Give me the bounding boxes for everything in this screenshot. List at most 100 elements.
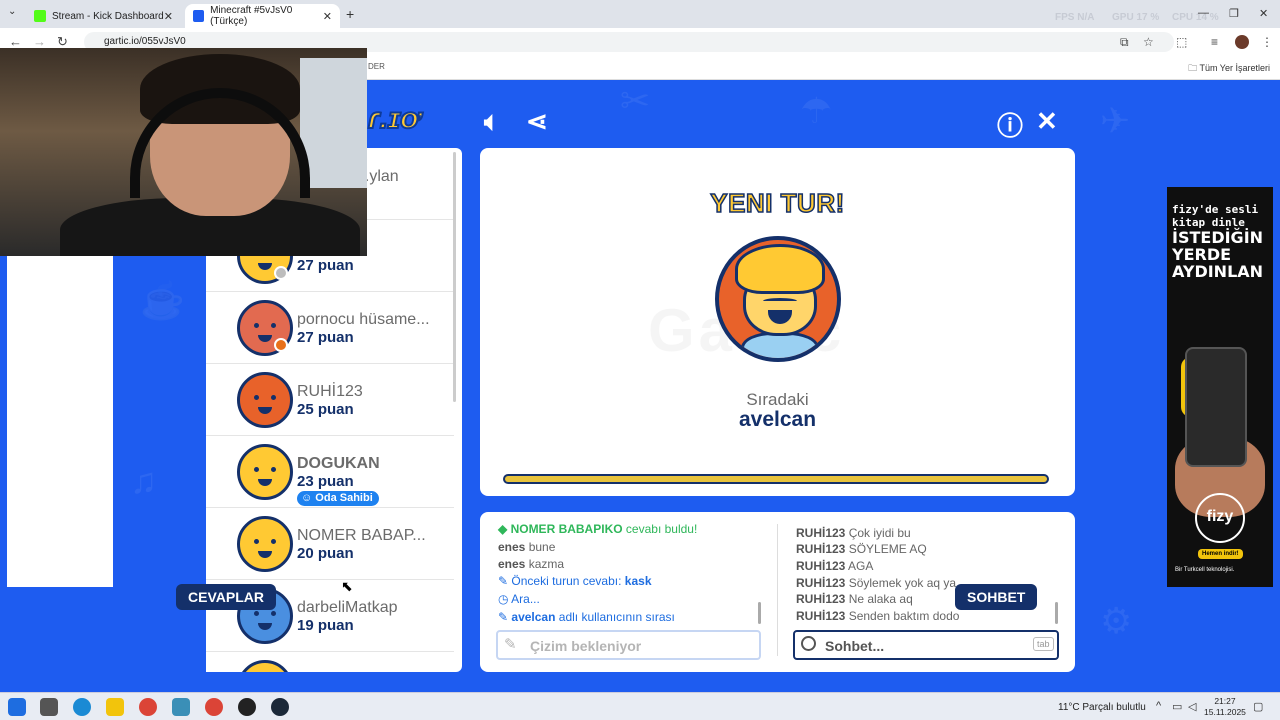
tab-answers[interactable]: CEVAPLAR — [176, 584, 276, 610]
next-label: Sıradaki — [746, 390, 809, 409]
chat-line: RUHİ123 Çok iyidi bu — [796, 526, 911, 540]
player-row[interactable]: NOMER BABAP... 20 puan — [206, 508, 454, 580]
owner-badge: ☺ Oda Sahibi — [297, 491, 379, 506]
chat-line: RUHİ123 Söylemek yok aq ya — [796, 576, 957, 590]
all-bookmarks-button[interactable]: 🗀 Tüm Yer İşaretleri — [1188, 61, 1270, 77]
browser-tab-bar: ⌄ Stream - Kick Dashboard ✕ Minecraft #5… — [0, 0, 1280, 28]
tab-key-hint: tab — [1033, 637, 1054, 651]
restore-icon[interactable]: ❐ — [1229, 7, 1239, 20]
notification-icon[interactable]: ▢ — [1253, 700, 1263, 713]
obs-icon[interactable] — [238, 698, 256, 716]
sound-icon[interactable]: 🔈︎ — [484, 106, 500, 138]
player-name: NOMER BABAP... — [297, 527, 426, 544]
kick-favicon-icon — [34, 10, 46, 22]
player-avatar — [237, 516, 293, 572]
chat-scrollbar[interactable] — [1055, 602, 1058, 624]
new-round-title: YENI TUR! — [710, 187, 846, 219]
chat-line: RUHİ123 SÖYLEME AQ — [796, 542, 927, 556]
ad-cta-button[interactable]: Hemen indir! — [1198, 549, 1243, 559]
menu-icon[interactable]: ⋮ — [1261, 35, 1273, 49]
chrome-icon[interactable] — [139, 698, 157, 716]
browser-tab-gartic[interactable]: Minecraft #5vJsV0 (Türkçe) ✕ — [185, 4, 340, 28]
volume-icon[interactable]: ◁ — [1188, 700, 1196, 713]
minimize-icon[interactable]: — — [1198, 7, 1209, 19]
ad-footer: Bir Turkcell teknolojisi. — [1175, 567, 1235, 573]
file-explorer-icon[interactable] — [106, 698, 124, 716]
mouse-cursor-icon: ⬉ — [341, 578, 353, 594]
status-dot — [274, 338, 288, 352]
weather-widget[interactable]: 11°C Parçalı bulutlu — [1058, 702, 1146, 713]
info-icon[interactable]: ⓘ — [997, 106, 1023, 143]
gartic-favicon-icon — [193, 10, 205, 22]
ad-phone-image — [1185, 347, 1247, 467]
cast-icon[interactable]: ⧉ — [1120, 35, 1129, 50]
fizy-ad[interactable]: fizy'de sesli kitap dinle İSTEDİĞİN YERD… — [1167, 187, 1273, 587]
bookmark-star-icon[interactable]: ☆ — [1143, 35, 1154, 49]
clock[interactable]: 21:27 15.11.2025 — [1204, 696, 1246, 718]
close-tab-icon[interactable]: ✕ — [164, 10, 173, 23]
status-dot — [274, 266, 288, 280]
answer-line: ✎ Önceki turun cevabı: kask — [498, 574, 652, 588]
player-name: pornocu hüsame... — [297, 311, 430, 328]
new-tab-button[interactable]: + — [346, 6, 354, 22]
player-avatar — [237, 660, 293, 672]
side-panel — [7, 256, 113, 587]
forward-icon[interactable]: → — [33, 34, 46, 49]
player-avatar — [237, 444, 293, 500]
round-progress-bar — [503, 474, 1049, 484]
tab-search-icon[interactable]: ⌄ — [8, 6, 16, 17]
answer-line: ✎ avelcan adlı kullanıcının sırası — [498, 610, 675, 624]
webcam-window-bg — [300, 58, 367, 188]
steam-icon[interactable] — [271, 698, 289, 716]
player-avatar — [237, 372, 293, 428]
extensions-icon[interactable]: ⬚ — [1176, 35, 1187, 49]
bookmark-item[interactable]: DER — [368, 62, 385, 71]
player-list-scrollbar[interactable] — [453, 152, 456, 402]
chat-input[interactable]: Sohbet... — [793, 630, 1059, 660]
player-name: darbeliMatkap — [297, 599, 398, 616]
player-row[interactable]: pornocu hüsame... 27 puan — [206, 292, 454, 364]
gpu-stat: GPU 17 % — [1112, 12, 1160, 23]
cpu-stat: CPU 14 % — [1172, 12, 1219, 23]
player-row[interactable]: RUHİ123 25 puan — [206, 364, 454, 436]
start-icon[interactable] — [8, 698, 26, 716]
player-score: 25 puan — [297, 401, 354, 418]
edge-icon[interactable] — [73, 698, 91, 716]
divider — [777, 524, 778, 656]
browser-tab-kick[interactable]: Stream - Kick Dashboard ✕ — [26, 4, 181, 28]
answers-scrollbar[interactable] — [758, 602, 761, 624]
answer-input[interactable]: Çizim bekleniyor — [496, 630, 761, 660]
tab-title: Stream - Kick Dashboard — [52, 10, 164, 22]
close-tab-icon[interactable]: ✕ — [323, 10, 332, 23]
task-view-icon[interactable] — [40, 698, 58, 716]
round-card: Gartic YENI TUR! Sıradaki avelcan — [480, 148, 1075, 496]
profile-avatar[interactable] — [1235, 35, 1249, 49]
media-icon[interactable]: ≡ — [1211, 35, 1218, 49]
ad-text: fizy'de sesli kitap dinle İSTEDİĞİN YERD… — [1172, 203, 1264, 281]
fps-stat: FPS N/A — [1055, 12, 1095, 23]
network-icon[interactable]: ▭ — [1172, 700, 1182, 713]
tray-chevron-icon[interactable]: ^ — [1156, 700, 1161, 712]
chat-line: RUHİ123 AGA — [796, 559, 874, 573]
window-close-icon[interactable]: ✕ — [1259, 7, 1268, 20]
player-name: RUHİ123 — [297, 383, 363, 400]
chat-line: RUHİ123 Ne alaka aq — [796, 592, 913, 606]
app-icon[interactable] — [172, 698, 190, 716]
player-name: DOGUKAN — [297, 455, 380, 472]
answer-line: ◷ Ara... — [498, 592, 540, 606]
chrome-icon[interactable] — [205, 698, 223, 716]
close-icon[interactable]: ✕ — [1036, 106, 1058, 137]
player-row[interactable]: DOGUKAN 23 puan ☺ Oda Sahibi — [206, 436, 454, 508]
next-player-name: avelcan — [738, 408, 817, 431]
back-icon[interactable]: ← — [9, 34, 22, 49]
player-row[interactable] — [206, 652, 454, 672]
answer-line: ◆ NOMER BABAPIKO cevabı buldu! — [498, 522, 698, 536]
answer-line: enes bune — [498, 540, 556, 554]
player-score: 20 puan — [297, 545, 354, 562]
tab-chat[interactable]: SOHBET — [955, 584, 1038, 610]
share-icon[interactable]: ⋖ — [526, 106, 548, 137]
windows-taskbar: 11°C Parçalı bulutlu ^ ▭ ◁ 21:27 15.11.2… — [0, 692, 1280, 720]
round-progress-fill — [505, 476, 1047, 482]
next-player-avatar — [715, 236, 841, 362]
answer-line: enes kazma — [498, 557, 565, 571]
